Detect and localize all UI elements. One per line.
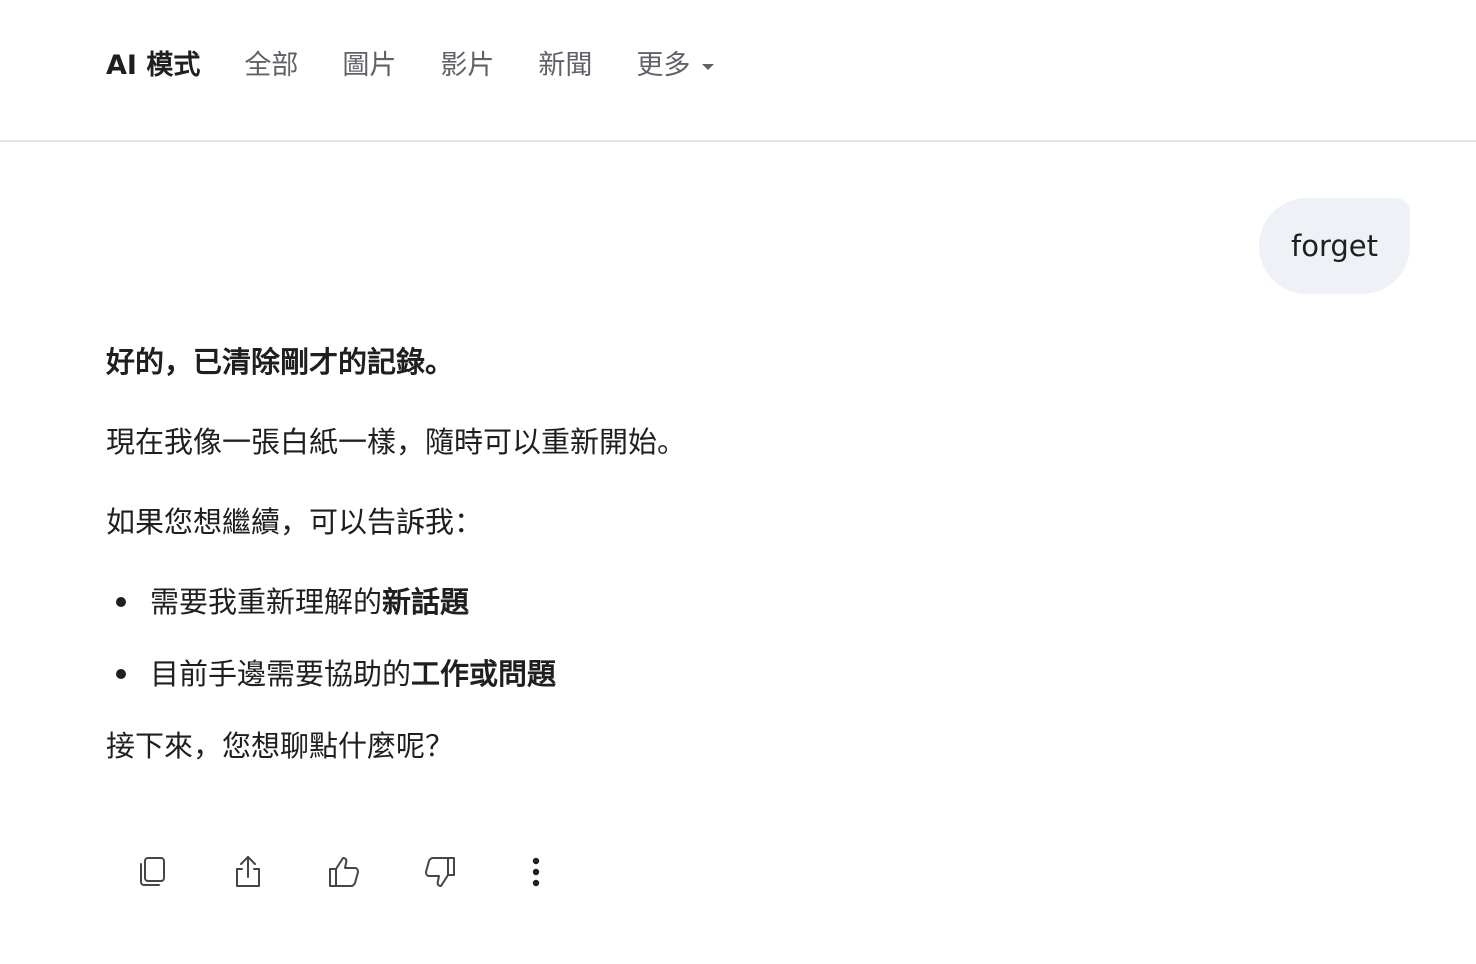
tab-more-label: 更多 bbox=[636, 50, 691, 81]
thumbs-up-button[interactable] bbox=[318, 846, 370, 898]
list-item: 目前手邊需要協助的工作或問題 bbox=[106, 648, 1106, 700]
list-item: 需要我重新理解的新話題 bbox=[106, 576, 1106, 628]
list-item-bold: 工作或問題 bbox=[411, 657, 557, 691]
user-query-text: forget bbox=[1291, 229, 1378, 263]
tab-news[interactable]: 新聞 bbox=[538, 44, 592, 88]
response-paragraph: 現在我像一張白紙一樣，隨時可以重新開始。 bbox=[106, 425, 687, 459]
caret-down-icon bbox=[702, 64, 715, 70]
list-item-text: 目前手邊需要協助的 bbox=[150, 657, 412, 691]
share-icon bbox=[236, 856, 260, 887]
response-paragraph: 如果您想繼續，可以告訴我： bbox=[106, 505, 484, 539]
ai-response: 好的，已清除剛才的記錄。 現在我像一張白紙一樣，隨時可以重新開始。 如果您想繼續… bbox=[106, 336, 1106, 800]
tab-ai-mode[interactable]: AI 模式 bbox=[106, 44, 200, 88]
tab-videos-label: 影片 bbox=[440, 50, 495, 81]
tab-ai-mode-label: AI 模式 bbox=[106, 50, 201, 81]
response-closing: 接下來，您想聊點什麼呢？ bbox=[106, 729, 455, 763]
tab-more[interactable]: 更多 bbox=[636, 44, 715, 88]
top-navigation: AI 模式 全部 圖片 影片 新聞 更多 bbox=[0, 0, 1476, 142]
tab-news-label: 新聞 bbox=[538, 50, 593, 81]
tab-videos[interactable]: 影片 bbox=[440, 44, 494, 88]
tab-images-label: 圖片 bbox=[342, 50, 397, 81]
list-item-text: 需要我重新理解的 bbox=[150, 585, 383, 619]
bullet-icon bbox=[116, 669, 126, 679]
search-tabs: AI 模式 全部 圖片 影片 新聞 更多 bbox=[106, 44, 758, 88]
tab-all-label: 全部 bbox=[244, 50, 299, 81]
response-lead: 好的，已清除剛才的記錄。 bbox=[106, 345, 455, 379]
tab-all[interactable]: 全部 bbox=[244, 44, 298, 88]
user-query-bubble: forget bbox=[1259, 198, 1410, 294]
response-actions bbox=[126, 846, 606, 898]
response-list: 需要我重新理解的新話題 目前手邊需要協助的工作或問題 bbox=[106, 576, 1106, 700]
list-item-bold: 新話題 bbox=[382, 585, 470, 619]
copy-icon bbox=[140, 857, 165, 886]
share-button[interactable] bbox=[222, 846, 274, 898]
more-vert-icon bbox=[532, 857, 540, 887]
ai-mode-page: AI 模式 全部 圖片 影片 新聞 更多 forget 好的，已清除剛才的記錄。… bbox=[0, 0, 1476, 964]
bullet-icon bbox=[116, 597, 126, 607]
tab-images[interactable]: 圖片 bbox=[342, 44, 396, 88]
thumbs-down-button[interactable] bbox=[414, 846, 466, 898]
copy-button[interactable] bbox=[126, 846, 178, 898]
thumbs-up-icon bbox=[329, 857, 359, 887]
thumbs-down-icon bbox=[425, 857, 455, 887]
more-options-button[interactable] bbox=[510, 846, 562, 898]
